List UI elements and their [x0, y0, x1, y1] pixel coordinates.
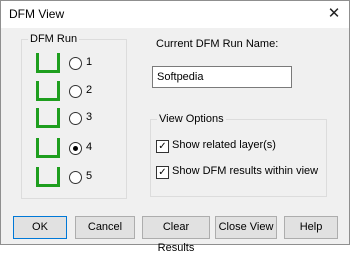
current-run-name-field[interactable] [152, 66, 292, 88]
ok-button[interactable]: OK [13, 216, 67, 239]
dfm-run-radio-3[interactable] [69, 112, 82, 125]
dfm-run-row-4[interactable]: 4 [36, 138, 96, 162]
dfm-run-row-5[interactable]: 5 [36, 167, 96, 191]
view-options-group-label: View Options [157, 113, 226, 125]
help-button[interactable]: Help [284, 216, 338, 239]
show-related-layers-label: Show related layer(s) [172, 139, 276, 151]
dfm-run-radio-1[interactable] [69, 57, 82, 70]
show-dfm-results-checkbox[interactable]: ✓ [156, 166, 169, 179]
title-bar[interactable]: DFM View ✕ [1, 1, 349, 28]
dfm-run-radio-label: 5 [86, 170, 93, 182]
clear-results-button[interactable]: Clear Results [142, 216, 210, 254]
dfm-run-icon [36, 108, 60, 128]
dfm-run-radio-label: 2 [86, 84, 93, 96]
cancel-button[interactable]: Cancel [75, 216, 135, 239]
dfm-run-radio-label: 1 [86, 56, 93, 68]
view-options-group: View Options [150, 113, 327, 197]
close-icon[interactable]: ✕ [325, 5, 343, 23]
dfm-run-radio-label: 3 [86, 111, 93, 123]
dfm-run-radio-5[interactable] [69, 171, 82, 184]
dfm-run-radio-label: 4 [86, 141, 93, 153]
dfm-run-icon [36, 167, 60, 187]
current-run-name-label: Current DFM Run Name: [156, 38, 279, 50]
dfm-run-icon [36, 81, 60, 101]
dfm-run-row-3[interactable]: 3 [36, 108, 96, 132]
dfm-run-row-1[interactable]: 1 [36, 53, 96, 77]
dfm-run-row-2[interactable]: 2 [36, 81, 96, 105]
show-related-layers-checkbox[interactable]: ✓ [156, 140, 169, 153]
close-view-button[interactable]: Close View [215, 216, 277, 239]
window-title: DFM View [9, 7, 65, 21]
dfm-run-radio-2[interactable] [69, 85, 82, 98]
dfm-run-icon [36, 53, 60, 73]
show-dfm-results-label: Show DFM results within view [172, 165, 319, 177]
dfm-run-radio-4[interactable] [69, 142, 82, 155]
dfm-run-group-label: DFM Run [28, 33, 80, 45]
dfm-view-dialog: DFM View ✕ DFM Run 1 2 3 4 5 Current DFM… [0, 0, 350, 254]
dfm-run-icon [36, 138, 60, 158]
